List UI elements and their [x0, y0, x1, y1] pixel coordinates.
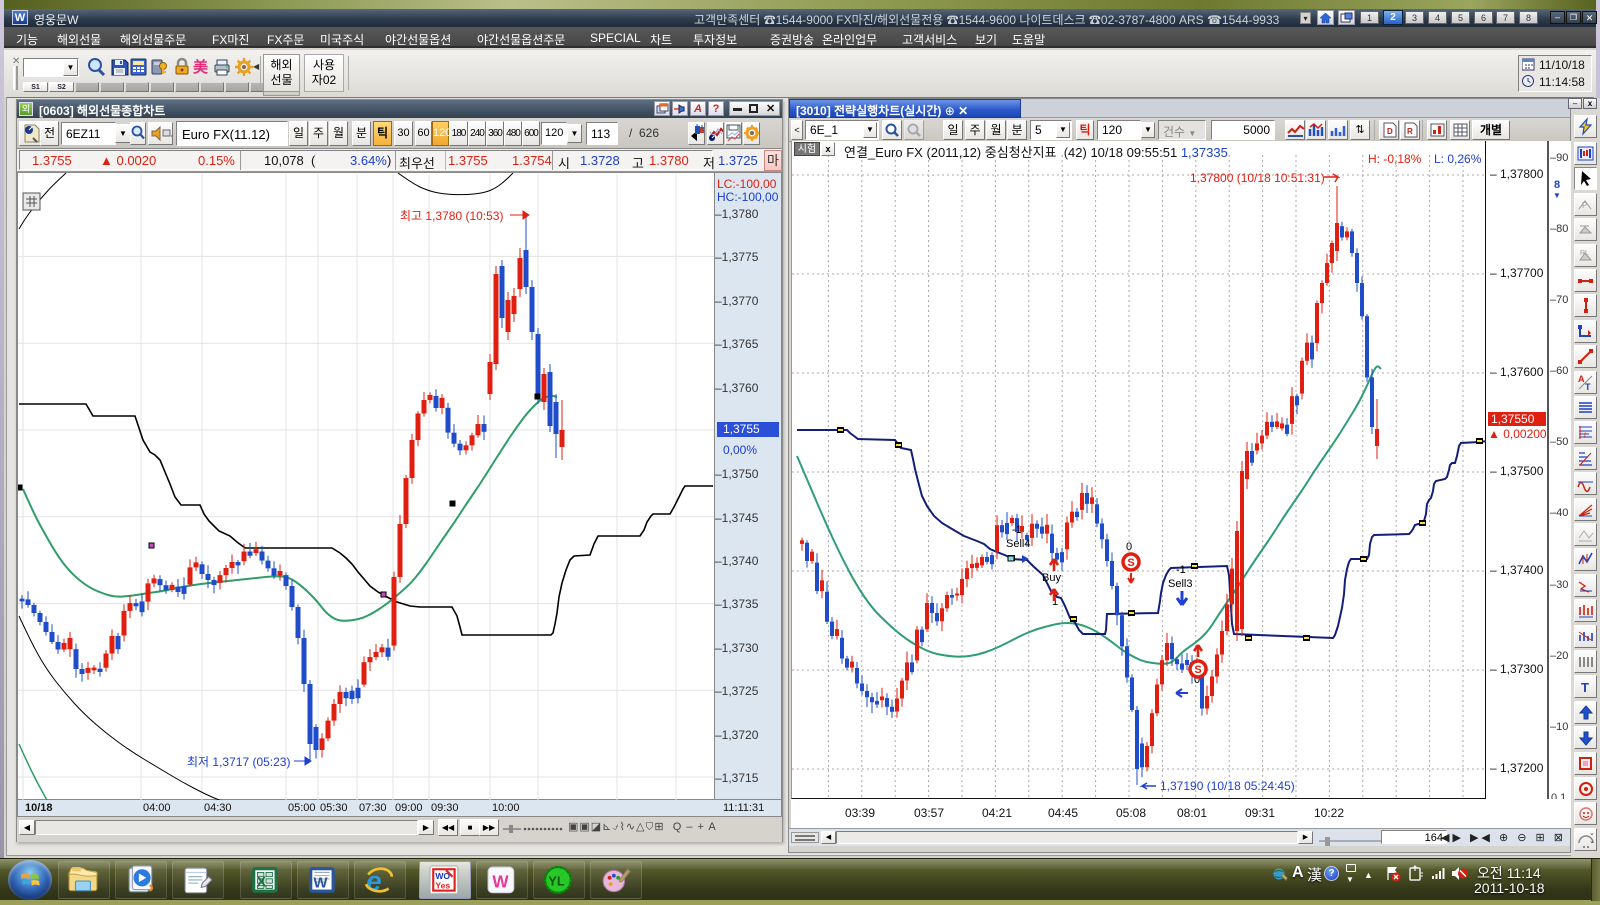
svg-text:-1: -1	[1176, 564, 1186, 576]
svg-text:L: 0,26%: L: 0,26%	[1434, 152, 1482, 166]
svg-text:Yes: Yes	[435, 880, 450, 890]
svg-text:W: W	[492, 872, 509, 891]
svg-text:최저 1,3717 (05:23): 최저 1,3717 (05:23)	[187, 755, 290, 769]
svg-text:RL: RL	[1580, 250, 1589, 257]
svg-text:H: -0,18%: H: -0,18%	[1368, 152, 1422, 166]
svg-text:1,37190 (10/18 05:24:45): 1,37190 (10/18 05:24:45)	[1160, 779, 1295, 793]
svg-text:D: D	[1387, 127, 1393, 136]
svg-text:Buy: Buy	[1042, 572, 1061, 584]
svg-text:-1: -1	[1012, 524, 1022, 536]
svg-text:美: 美	[193, 58, 209, 76]
svg-text:R: R	[1407, 127, 1413, 136]
svg-text:W: W	[313, 874, 328, 891]
svg-text:1,37800 (10/18 10:51:31): 1,37800 (10/18 10:51:31)	[1190, 171, 1325, 185]
svg-text:▾: ▾	[171, 134, 172, 141]
svg-text:YL: YL	[548, 873, 565, 888]
svg-text:f: f	[1584, 433, 1586, 440]
svg-text:Sell3: Sell3	[1168, 578, 1192, 590]
svg-text:0: 0	[1126, 541, 1132, 553]
svg-text:T: T	[1585, 382, 1591, 392]
svg-text:P: P	[1582, 201, 1587, 210]
svg-text:A: A	[1578, 374, 1585, 384]
svg-text:S: S	[1194, 664, 1201, 676]
svg-text:X: X	[256, 873, 266, 890]
svg-text:Sell4: Sell4	[1006, 538, 1030, 550]
svg-text:S: S	[1127, 557, 1134, 569]
svg-text:T: T	[1581, 680, 1589, 695]
svg-text:최고 1,3780 (10:53): 최고 1,3780 (10:53)	[400, 209, 503, 223]
